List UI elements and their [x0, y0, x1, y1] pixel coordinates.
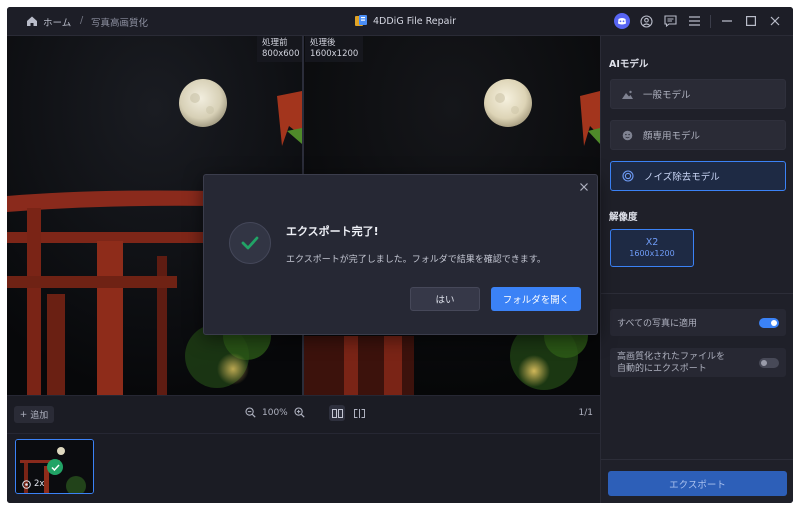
- open-folder-button[interactable]: フォルダを開く: [491, 287, 581, 311]
- apply-all-row: すべての写真に適用: [610, 309, 786, 336]
- maximize-icon[interactable]: [743, 13, 759, 29]
- apply-all-label: すべての写真に適用: [617, 319, 698, 329]
- auto-export-label-line1: 高画質化されたファイルを: [617, 351, 726, 362]
- zoom-in-icon[interactable]: [294, 407, 305, 418]
- model-option-general[interactable]: 一般モデル: [610, 79, 786, 109]
- page-count: 1/1: [578, 408, 593, 418]
- resolution-x2-button[interactable]: X2 1600x1200: [610, 229, 694, 267]
- auto-export-toggle[interactable]: [759, 357, 779, 368]
- denoise-icon: [622, 170, 634, 182]
- thumbnail-scale-label: 2x: [34, 479, 45, 489]
- account-icon[interactable]: [638, 13, 654, 29]
- dialog-close-icon[interactable]: [578, 181, 590, 193]
- thumbnail-item[interactable]: 2x: [15, 439, 94, 494]
- model-option-denoise-label: ノイズ除去モデル: [644, 172, 720, 183]
- app-title-text: 4DDiG File Repair: [373, 15, 457, 27]
- breadcrumb-current: 写真高画質化: [91, 18, 149, 29]
- done-check-icon: [47, 459, 63, 475]
- apply-all-toggle[interactable]: [759, 317, 779, 328]
- after-size: 1600x1200: [310, 49, 359, 59]
- title-bar: ホーム / 写真高画質化 4DDiG File Repair: [7, 7, 793, 36]
- app-title: 4DDiG File Repair: [354, 14, 456, 28]
- after-label: 処理後: [310, 38, 336, 48]
- app-window: ホーム / 写真高画質化 4DDiG File Repair 処理前 800x6…: [7, 7, 793, 503]
- close-icon[interactable]: [767, 13, 783, 29]
- breadcrumb-home[interactable]: ホーム: [43, 15, 71, 29]
- preview-toolbar: + 追加 100% 1/1: [7, 395, 600, 433]
- resolution-heading: 解像度: [609, 212, 638, 223]
- discord-icon[interactable]: [614, 13, 630, 29]
- auto-export-label-line2: 自動的にエクスポート: [617, 363, 707, 374]
- before-size-tag: 処理前 800x600: [257, 36, 302, 62]
- zoom-controls: 100%: [245, 407, 305, 418]
- minimize-icon[interactable]: [719, 13, 735, 29]
- before-size: 800x600: [262, 49, 300, 59]
- export-complete-dialog: エクスポート完了! エクスポートが完了しました。フォルダで結果を確認できます。 …: [203, 174, 598, 335]
- menu-icon[interactable]: [686, 13, 702, 29]
- resolution-scale: X2: [645, 237, 659, 248]
- view-mode-group: [329, 405, 367, 421]
- dialog-yes-button[interactable]: はい: [410, 287, 480, 311]
- titlebar-controls: [614, 13, 783, 29]
- after-size-tag: 処理後 1600x1200: [305, 36, 364, 62]
- titlebar-divider: [710, 14, 711, 28]
- face-icon: [622, 130, 633, 140]
- ai-model-heading: AIモデル: [609, 59, 649, 70]
- model-option-face-label: 顔専用モデル: [643, 131, 701, 142]
- landscape-icon: [622, 90, 633, 99]
- resolution-size: 1600x1200: [629, 249, 675, 258]
- panel-divider-bottom: [601, 459, 793, 460]
- export-button[interactable]: エクスポート: [608, 471, 787, 496]
- zoom-out-icon[interactable]: [245, 407, 256, 418]
- thumbnail-strip: 2x: [7, 433, 600, 503]
- feedback-icon[interactable]: [662, 13, 678, 29]
- success-check-icon: [229, 222, 271, 264]
- model-option-denoise[interactable]: ノイズ除去モデル: [610, 161, 786, 191]
- panel-divider: [601, 293, 793, 294]
- settings-panel: AIモデル 一般モデル 顔専用モデル ノイズ除去モデル 解像度 X2 1600x…: [600, 36, 793, 503]
- compare-view-icon: [353, 408, 365, 418]
- dialog-message: エクスポートが完了しました。フォルダで結果を確認できます。: [286, 255, 546, 265]
- app-logo-icon: [355, 15, 367, 26]
- model-option-face[interactable]: 顔専用モデル: [610, 120, 786, 150]
- plus-icon: +: [19, 409, 28, 420]
- model-option-general-label: 一般モデル: [643, 90, 691, 101]
- add-button-label: 追加: [30, 411, 49, 421]
- thumbnail-scale-badge: 2x: [22, 479, 44, 489]
- scale-icon: [22, 479, 31, 489]
- compare-view-button[interactable]: [351, 405, 367, 421]
- home-icon[interactable]: [26, 15, 38, 27]
- zoom-value: 100%: [262, 407, 288, 418]
- split-view-icon: [331, 408, 343, 418]
- breadcrumb-separator: /: [80, 15, 84, 26]
- side-by-side-view-button[interactable]: [329, 405, 345, 421]
- dialog-title: エクスポート完了!: [286, 225, 379, 238]
- auto-export-row: 高画質化されたファイルを 自動的にエクスポート: [610, 348, 786, 377]
- add-button[interactable]: + 追加: [14, 406, 54, 423]
- before-label: 処理前: [262, 38, 288, 48]
